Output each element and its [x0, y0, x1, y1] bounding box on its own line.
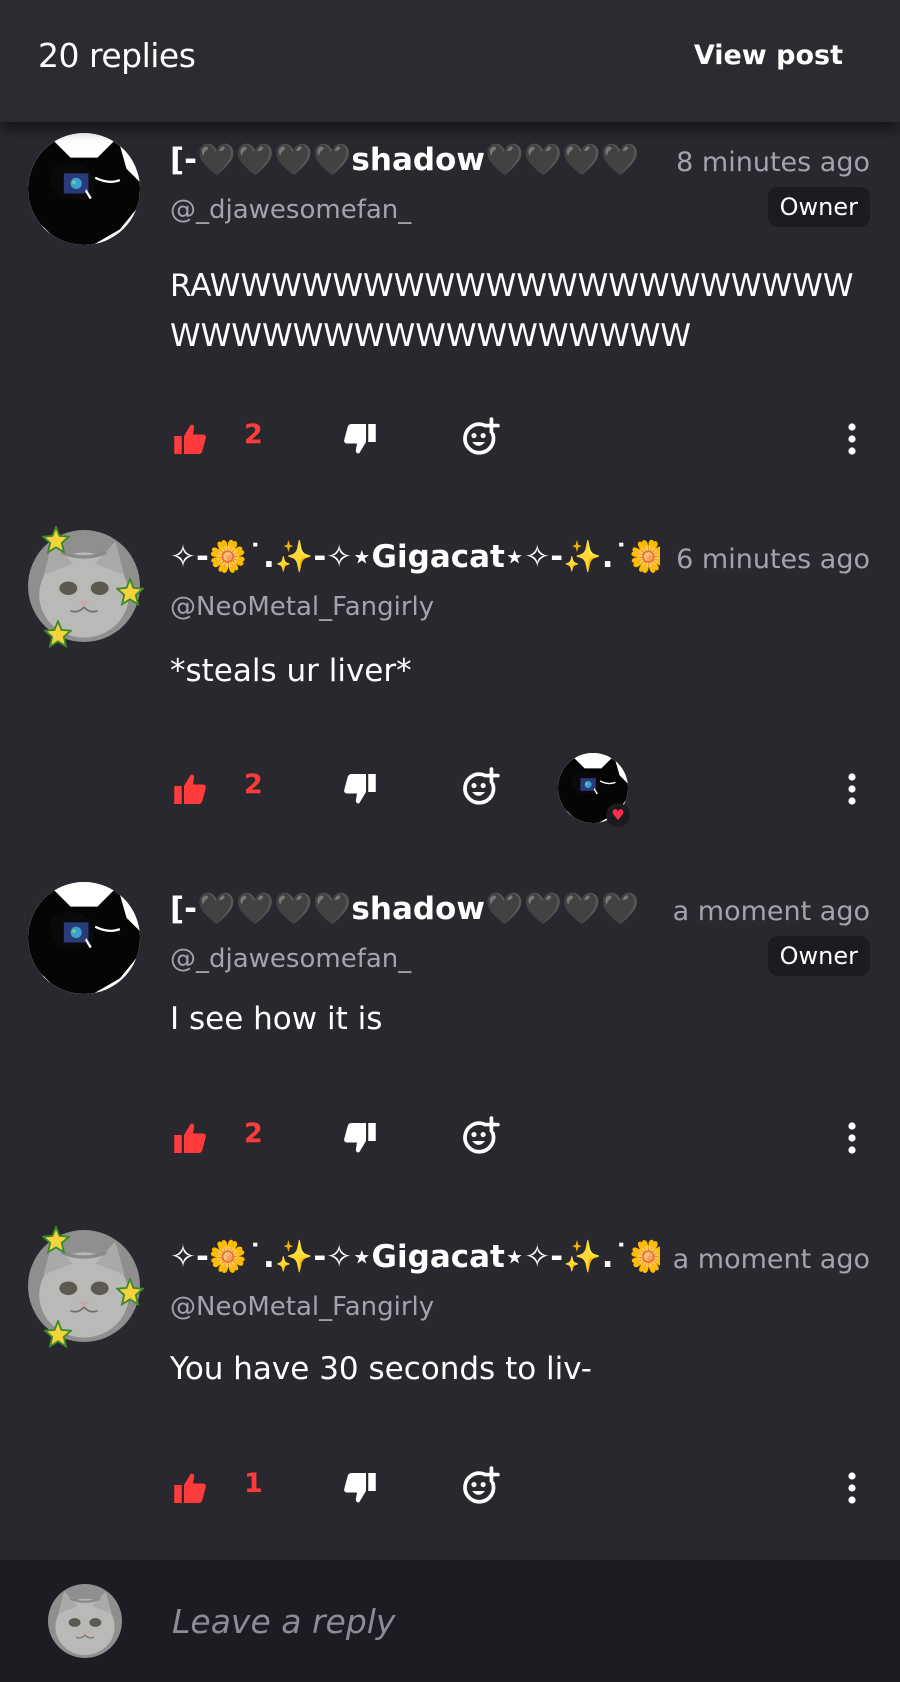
reply-input[interactable] [170, 1594, 854, 1648]
replies-count: 20 replies [38, 36, 196, 75]
comment-timestamp: a moment ago [672, 1244, 870, 1275]
like-count: 1 [244, 1468, 263, 1499]
comment-actions: 2 [0, 415, 900, 465]
more-options-icon[interactable] [840, 1120, 864, 1156]
like-icon[interactable] [172, 771, 208, 807]
add-reaction-icon[interactable] [460, 417, 500, 457]
like-icon[interactable] [172, 1470, 208, 1506]
more-options-icon[interactable] [840, 1470, 864, 1506]
reaction-user-avatar[interactable]: ♥ [558, 753, 630, 827]
dislike-icon[interactable] [342, 421, 378, 457]
avatar-black-cat[interactable] [28, 882, 140, 994]
like-count: 2 [244, 419, 263, 450]
comment-text: I see how it is [170, 1001, 383, 1037]
comment-actions: 2 [0, 1114, 900, 1164]
star-decoration-icon [116, 578, 144, 606]
add-reaction-icon[interactable] [460, 1116, 500, 1156]
reply-composer [0, 1560, 900, 1682]
like-icon[interactable] [172, 1120, 208, 1156]
comment-timestamp: a moment ago [672, 896, 870, 927]
dislike-icon[interactable] [342, 1470, 378, 1506]
like-count: 2 [244, 769, 263, 800]
comment-author-name[interactable]: [-🖤🖤🖤🖤shadow🖤🖤🖤🖤 [170, 890, 660, 934]
current-user-avatar [48, 1584, 122, 1658]
replies-header: 20 replies View post [0, 0, 900, 122]
heart-icon: ♥ [606, 803, 630, 827]
avatar-gray-cat[interactable] [28, 1230, 140, 1342]
comment-author-name[interactable]: ✧-🌼˙.✨-✧⋆Gigacat⋆✧-✨.˙🌼 [170, 1238, 660, 1282]
more-options-icon[interactable] [840, 421, 864, 457]
star-decoration-icon [42, 526, 70, 554]
view-post-button[interactable]: View post [694, 40, 843, 71]
avatar-gray-cat[interactable] [28, 530, 140, 642]
star-decoration-icon [116, 1278, 144, 1306]
like-count: 2 [244, 1118, 263, 1149]
comment-text: RAWWWWWWWWWWWWWWWWWWWWWWWWWWWWWWWWWWWWWW [170, 268, 854, 354]
comment-timestamp: 6 minutes ago [676, 544, 870, 575]
star-decoration-icon [42, 1226, 70, 1254]
star-decoration-icon [44, 1320, 72, 1348]
comment-timestamp: 8 minutes ago [676, 147, 870, 178]
comment-text: You have 30 seconds to liv- [170, 1351, 592, 1387]
owner-badge: Owner [767, 187, 870, 227]
avatar-black-cat[interactable] [28, 133, 140, 245]
comment-author-name[interactable]: [-🖤🖤🖤🖤shadow🖤🖤🖤🖤 [170, 141, 660, 185]
comment-actions: 2 ♥ [0, 753, 900, 827]
more-options-icon[interactable] [840, 771, 864, 807]
like-icon[interactable] [172, 421, 208, 457]
add-reaction-icon[interactable] [460, 767, 500, 807]
dislike-icon[interactable] [342, 1120, 378, 1156]
comment-actions: 1 [0, 1464, 900, 1514]
comment-author-handle[interactable]: @_djawesomefan_ [170, 944, 411, 974]
add-reaction-icon[interactable] [460, 1466, 500, 1506]
star-decoration-icon [44, 620, 72, 648]
comment-author-name[interactable]: ✧-🌼˙.✨-✧⋆Gigacat⋆✧-✨.˙🌼 [170, 538, 660, 582]
comment-author-handle[interactable]: @NeoMetal_Fangirly [170, 592, 434, 622]
dislike-icon[interactable] [342, 771, 378, 807]
comment-author-handle[interactable]: @_djawesomefan_ [170, 195, 411, 225]
comment-author-handle[interactable]: @NeoMetal_Fangirly [170, 1292, 434, 1322]
owner-badge: Owner [767, 936, 870, 976]
comment-text: *steals ur liver* [170, 653, 412, 689]
